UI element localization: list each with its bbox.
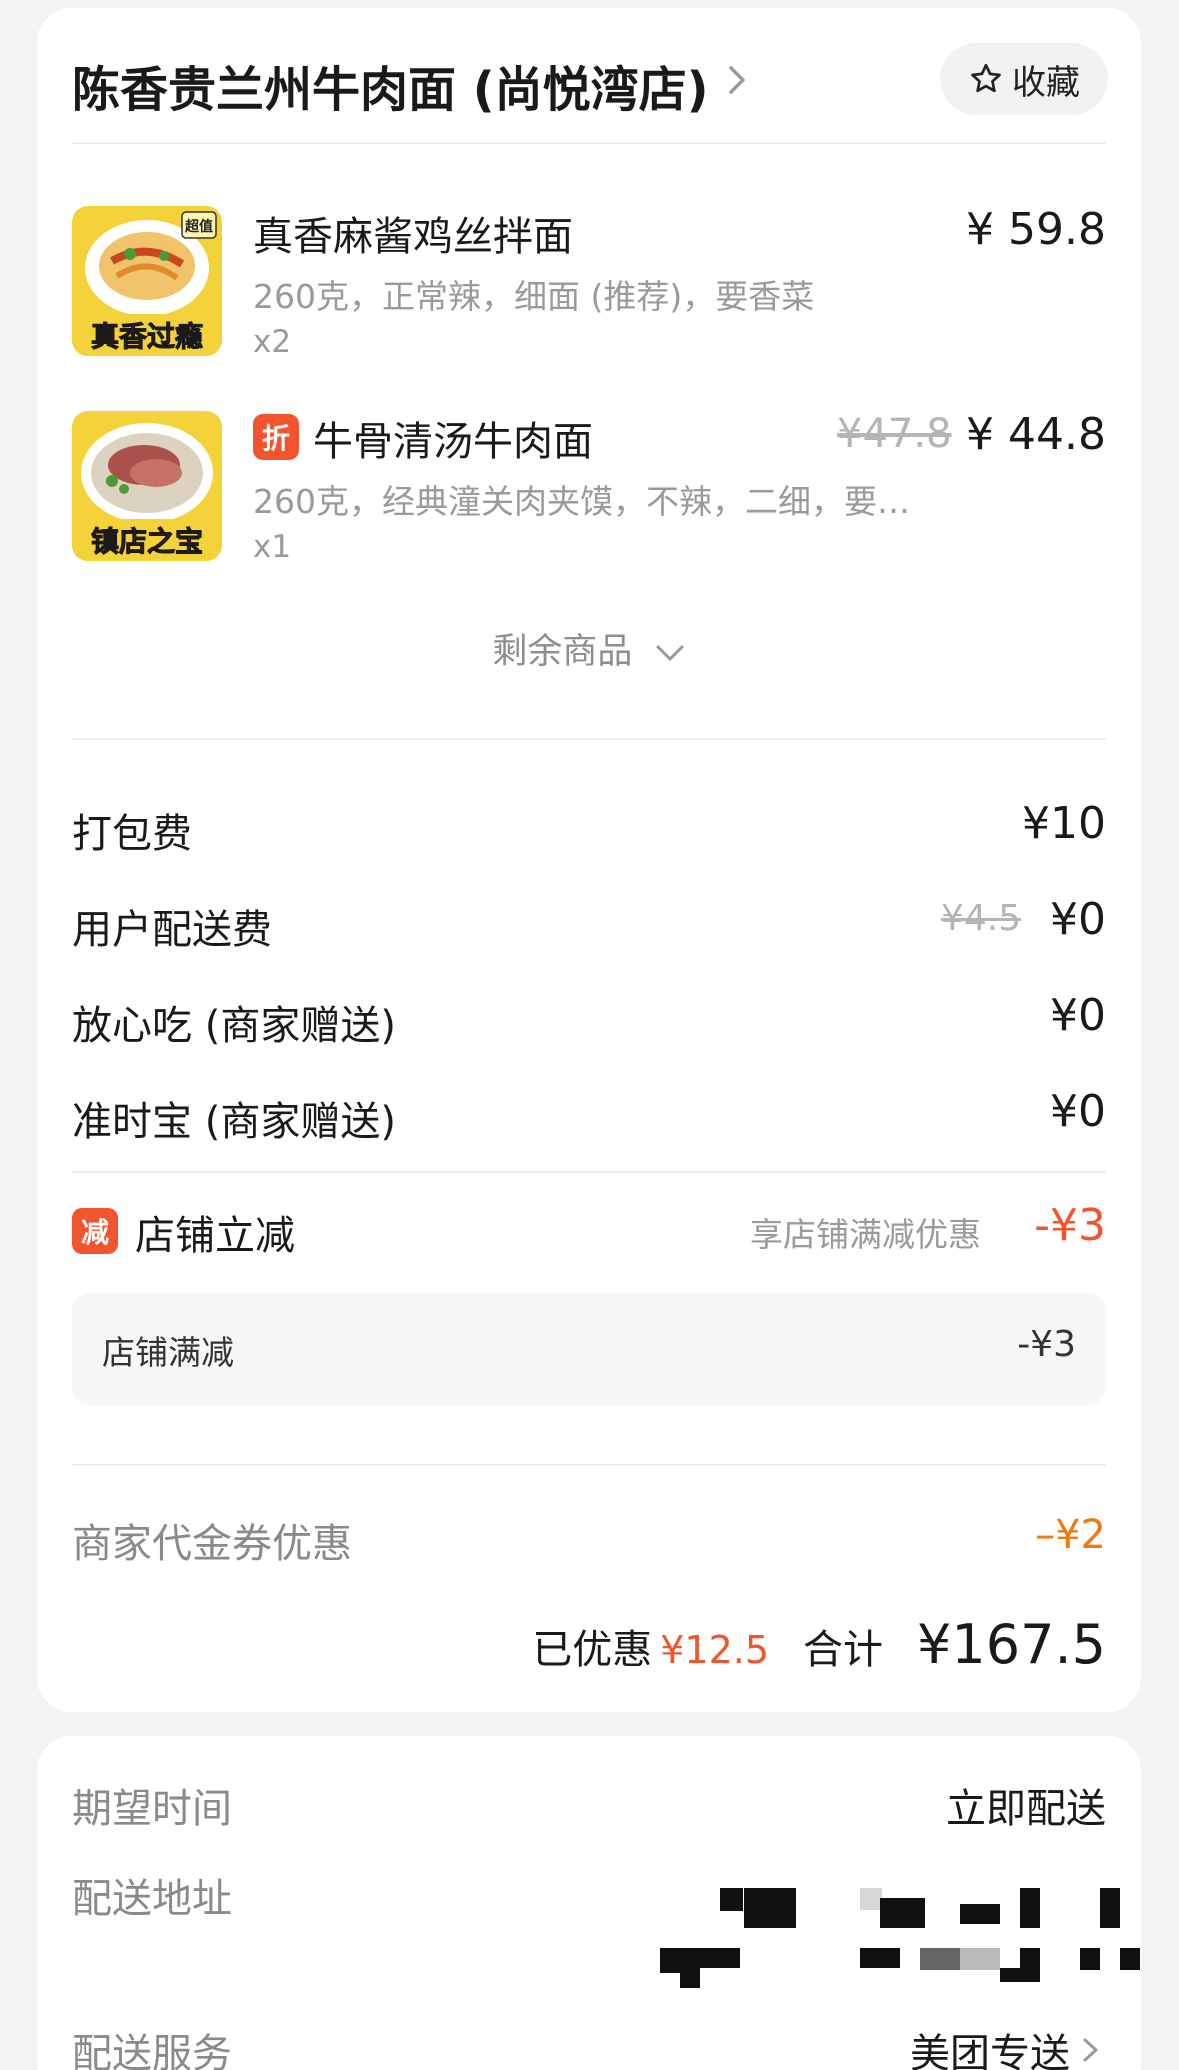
item-price: ¥ 59.8 <box>966 204 1106 255</box>
item-thumbnail[interactable]: 超值 真香过瘾 <box>72 206 222 356</box>
fee-label-delivery: 用户配送费 <box>72 907 272 953</box>
saved-label: 已优惠 <box>532 1627 653 1673</box>
delivery-service-link[interactable]: 美团专送 <box>910 2021 1106 2070</box>
item-spec: 260克，经典潼关肉夹馍，不辣，二细，要… <box>253 482 910 521</box>
divider <box>72 738 1106 740</box>
fee-value-packaging: ¥10 <box>1022 798 1106 849</box>
shop-name[interactable]: 陈香贵兰州牛肉面 (尚悦湾店) <box>72 50 709 120</box>
star-icon <box>971 63 1001 93</box>
chevron-down-icon <box>656 645 684 661</box>
delivery-card: 期望时间 立即配送 配送地址 配送服务 美团专送 <box>37 1736 1141 2070</box>
delivery-service-value: 美团专送 <box>910 2031 1070 2070</box>
divider <box>72 142 1106 144</box>
fee-label-safe-eat: 放心吃 (商家赠送) <box>72 1003 396 1049</box>
more-items-label: 剩余商品 <box>492 632 633 672</box>
fee-label-on-time: 准时宝 (商家赠送) <box>72 1099 396 1145</box>
address-label: 配送地址 <box>72 1876 232 1922</box>
thumb-label-text: 真香过瘾 <box>91 320 203 353</box>
discount-detail-box: 店铺满减 -¥3 <box>72 1293 1106 1405</box>
item-spec: 260克，正常辣，细面 (推荐)，要香菜 <box>253 277 815 316</box>
fee-label-packaging: 打包费 <box>72 811 192 857</box>
fee-value-on-time: ¥0 <box>1050 1086 1106 1137</box>
item-thumbnail[interactable]: 镇店之宝 <box>72 411 222 561</box>
reduction-tag: 减 <box>72 1208 118 1254</box>
fee-original-delivery: ¥4.5 <box>941 898 1022 939</box>
discount-value: -¥3 <box>1034 1200 1106 1251</box>
order-card: 陈香贵兰州牛肉面 (尚悦湾店) 收藏 超值 真香过瘾 真香麻酱鸡丝拌面 260克… <box>37 8 1141 1712</box>
more-items-toggle[interactable]: 剩余商品 <box>37 623 1141 674</box>
expected-time-label: 期望时间 <box>72 1786 232 1832</box>
item-qty: x1 <box>253 529 292 565</box>
item-name[interactable]: 真香麻酱鸡丝拌面 <box>253 204 573 262</box>
saved-value: ¥12.5 <box>660 1628 770 1672</box>
thumb-badge-text: 超值 <box>184 218 213 235</box>
favorite-button[interactable]: 收藏 <box>940 43 1108 115</box>
discount-tag: 折 <box>253 414 299 460</box>
thumb-label-text: 镇店之宝 <box>91 525 203 558</box>
item-name[interactable]: 牛骨清汤牛肉面 <box>313 409 593 467</box>
fee-value-safe-eat: ¥0 <box>1050 990 1106 1041</box>
favorite-label: 收藏 <box>1012 62 1080 103</box>
discount-label: 店铺立减 <box>135 1213 295 1259</box>
divider <box>72 1464 1106 1466</box>
total-value: ¥167.5 <box>917 1613 1106 1676</box>
item-original-price: ¥47.8 <box>837 411 952 457</box>
chevron-right-icon <box>1083 2038 1098 2062</box>
voucher-label[interactable]: 商家代金券优惠 <box>72 1511 352 1569</box>
fee-value-delivery: ¥0 <box>1050 894 1106 945</box>
item-qty: x2 <box>253 324 292 360</box>
chevron-right-icon[interactable] <box>717 60 757 100</box>
discount-hint: 享店铺满减优惠 <box>750 1215 981 1254</box>
order-summary: 已优惠 ¥12.5 合计 ¥167.5 <box>532 1613 1106 1676</box>
expected-time-value[interactable]: 立即配送 <box>946 1776 1106 1834</box>
discount-detail-label: 店铺满减 <box>102 1333 234 1372</box>
voucher-value: –¥2 <box>1035 1512 1106 1558</box>
total-label: 合计 <box>803 1627 884 1673</box>
delivery-service-label: 配送服务 <box>72 2031 232 2070</box>
discount-detail-value: -¥3 <box>1017 1324 1076 1365</box>
item-price: ¥ 44.8 <box>966 409 1106 460</box>
divider <box>72 1171 1106 1173</box>
